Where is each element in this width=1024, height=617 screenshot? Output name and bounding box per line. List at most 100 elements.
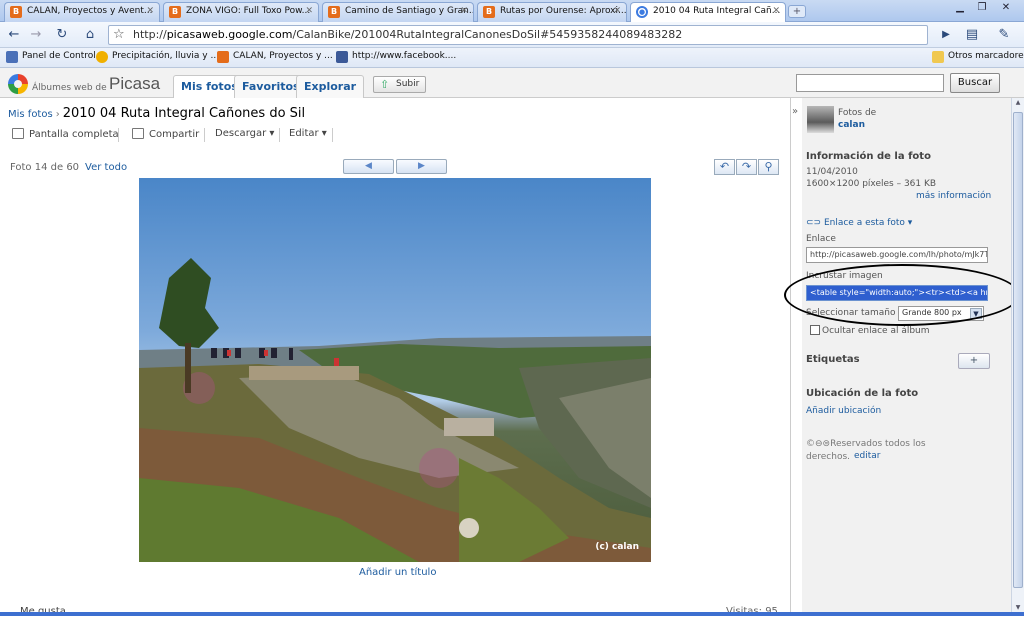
sun-icon <box>96 51 108 63</box>
share-button[interactable]: Compartir <box>132 128 199 140</box>
annotation-oval <box>784 264 1020 326</box>
blogger-icon: B <box>169 6 181 18</box>
bookmark-item[interactable]: CALAN, Proyectos y ... <box>217 51 333 63</box>
bookmark-item[interactable]: Panel de Control <box>6 51 96 63</box>
edit-menu[interactable]: Editar ▾ <box>289 128 327 139</box>
photo-date: 11/04/2010 <box>806 167 858 177</box>
tags-heading: Etiquetas <box>806 354 860 365</box>
blogger-icon: B <box>10 6 22 18</box>
browser-tab-4[interactable]: B Rutas por Ourense: Aproxi... ✕ <box>477 2 627 22</box>
forward-icon[interactable]: → <box>26 25 46 45</box>
next-photo-button[interactable]: ▶ <box>396 159 447 174</box>
address-bar[interactable]: ☆ http://picasaweb.google.com/CalanBike/2… <box>108 25 928 45</box>
add-caption-link[interactable]: Añadir un título <box>359 567 436 578</box>
upload-button[interactable]: ⇧ Subir <box>373 76 427 93</box>
double-chevron-right-icon: » <box>792 106 799 117</box>
folder-icon <box>932 51 944 63</box>
taskbar-edge <box>0 612 1024 616</box>
divider <box>332 128 333 142</box>
more-info-link[interactable]: más información <box>916 191 991 201</box>
blogger-icon: B <box>328 6 340 18</box>
tab-explorar[interactable]: Explorar <box>296 75 365 98</box>
photo-viewer: Mis fotos › 2010 04 Ruta Integral Cañones … <box>0 98 790 617</box>
add-location-link[interactable]: Añadir ubicación <box>806 406 881 416</box>
landscape-photo-art <box>139 258 651 562</box>
bookmarks-bar: Panel de Control Precipitación, lluvia y… <box>0 48 1024 68</box>
divider <box>204 128 205 142</box>
close-tab-icon[interactable]: ✕ <box>772 6 780 16</box>
divider <box>279 128 280 142</box>
home-icon[interactable]: ⌂ <box>80 25 100 45</box>
breadcrumb-link[interactable]: Mis fotos <box>8 109 53 120</box>
star-icon[interactable]: ☆ <box>113 27 125 42</box>
photo-info-heading: Información de la foto <box>806 151 931 162</box>
main-photo[interactable]: (c) calan <box>139 178 651 562</box>
close-tab-icon[interactable]: ✕ <box>305 6 313 16</box>
go-icon[interactable]: ▶ <box>936 25 956 45</box>
scrollbar[interactable]: ▲ ▼ <box>1011 98 1024 616</box>
picasa-pinwheel-icon <box>8 74 28 94</box>
page-menu-icon[interactable]: ▤ <box>962 25 982 45</box>
other-bookmarks[interactable]: Otros marcadores <box>932 51 1024 63</box>
divider <box>118 128 119 142</box>
previous-photo-button[interactable]: ◀ <box>343 159 394 174</box>
dropdown-arrow-icon: ▾ <box>318 128 327 139</box>
add-tag-button[interactable]: + <box>958 353 990 369</box>
new-tab-button[interactable]: + <box>788 5 806 18</box>
blogger-icon <box>217 51 229 63</box>
browser-tab-bar: B CALAN, Proyectos y Avent... ✕ B ZONA VIGO… <box>0 0 1024 23</box>
collapse-sidebar-button[interactable]: » <box>790 98 802 616</box>
breadcrumb: Mis fotos › 2010 04 Ruta Integral Cañones … <box>8 106 306 121</box>
location-heading: Ubicación de la foto <box>806 388 919 399</box>
search-button[interactable]: Buscar <box>950 73 1000 93</box>
download-menu[interactable]: Descargar ▾ <box>215 128 274 139</box>
close-tab-icon[interactable]: ✕ <box>460 6 468 16</box>
browser-tab-1[interactable]: B CALAN, Proyectos y Avent... ✕ <box>4 2 160 22</box>
link-icon: ⊂⊃ <box>806 218 824 228</box>
zoom-icon[interactable]: ⚲ <box>758 159 779 175</box>
picasa-icon: ● <box>636 6 648 18</box>
back-icon[interactable]: ← <box>4 25 24 45</box>
search-input[interactable] <box>796 74 944 92</box>
scroll-up-icon[interactable]: ▲ <box>1013 99 1023 110</box>
view-all-link[interactable]: Ver todo <box>85 162 127 173</box>
wrench-icon[interactable]: ✎ <box>994 25 1014 45</box>
upload-icon: ⇧ <box>380 78 390 91</box>
restore-icon[interactable]: ❐ <box>972 1 992 16</box>
envelope-icon <box>132 128 144 139</box>
rights-edit-link[interactable]: editar <box>854 451 881 461</box>
bookmark-icon <box>6 51 18 63</box>
scrollbar-thumb[interactable] <box>1013 112 1023 588</box>
bookmark-item[interactable]: http://www.facebook.... <box>336 51 456 63</box>
fullscreen-icon <box>12 128 24 139</box>
bookmark-item[interactable]: Precipitación, lluvia y ... <box>96 51 219 63</box>
album-title: 2010 04 Ruta Integral Cañones do Sil <box>62 106 306 121</box>
dropdown-arrow-icon: ▾ <box>266 128 275 139</box>
close-window-icon[interactable]: ✕ <box>996 1 1016 16</box>
avatar[interactable] <box>807 106 834 133</box>
photo-dimensions: 1600×1200 píxeles – 361 KB <box>806 179 937 189</box>
browser-tab-2[interactable]: B ZONA VIGO: Full Toxo Pow... ✕ <box>163 2 319 22</box>
photo-counter: Foto 14 de 60 Ver todo <box>10 162 128 173</box>
hide-album-link-label: Ocultar enlace al álbum <box>822 326 930 336</box>
hide-album-link-checkbox[interactable] <box>810 325 820 335</box>
rotate-left-icon[interactable]: ↶ <box>714 159 735 175</box>
browser-tab-5[interactable]: ● 2010 04 Ruta Integral Cañ... ✕ <box>630 2 786 23</box>
browser-tab-3[interactable]: B Camino de Santiago y Gran... ✕ <box>322 2 474 22</box>
minimize-icon[interactable]: ▁ <box>950 1 970 16</box>
rotate-right-icon[interactable]: ↷ <box>736 159 757 175</box>
picasa-logo[interactable]: Álbumes web de Picasa <box>8 72 168 96</box>
browser-toolbar: ← → ↻ ⌂ ☆ http://picasaweb.google.com/Cal… <box>0 22 1024 48</box>
photo-watermark: (c) calan <box>595 542 639 552</box>
photo-link-field[interactable]: http://picasaweb.google.com/lh/photo/mJk… <box>806 247 988 263</box>
reload-icon[interactable]: ↻ <box>52 25 72 45</box>
copyright-icon: ©⊖⊜ <box>806 439 831 449</box>
link-to-photo-toggle[interactable]: ⊂⊃ Enlace a esta foto ▾ <box>806 218 912 228</box>
close-tab-icon[interactable]: ✕ <box>146 6 154 16</box>
close-tab-icon[interactable]: ✕ <box>613 6 621 16</box>
owner-link[interactable]: calan <box>838 120 865 130</box>
rights-text: ©⊖⊜Reservados todos los <box>806 439 926 449</box>
blogger-icon: B <box>483 6 495 18</box>
fullscreen-button[interactable]: Pantalla completa <box>12 128 119 140</box>
facebook-icon <box>336 51 348 63</box>
